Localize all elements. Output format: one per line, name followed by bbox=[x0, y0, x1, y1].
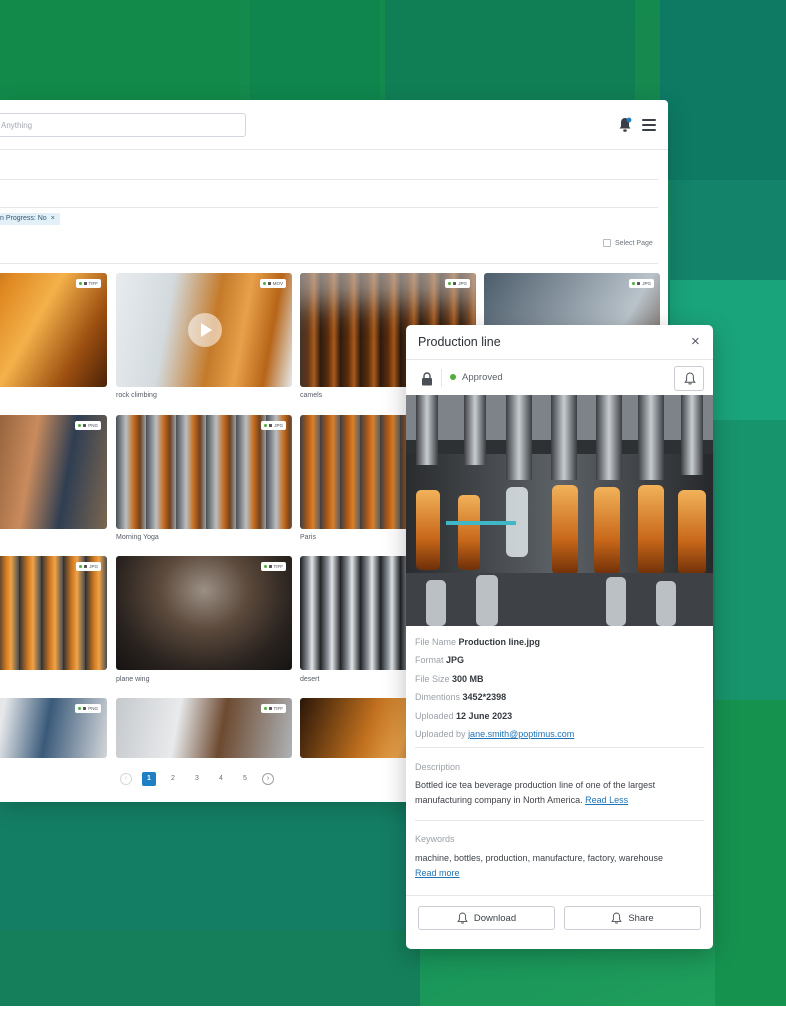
asset-label: plane wing bbox=[116, 676, 150, 683]
filter-chip-remove-icon[interactable]: × bbox=[51, 215, 55, 222]
top-bar bbox=[0, 100, 668, 150]
divider bbox=[406, 895, 713, 896]
format-badge: JPG bbox=[445, 279, 470, 288]
select-page-checkbox[interactable] bbox=[603, 239, 611, 247]
bell-icon bbox=[611, 912, 623, 924]
close-icon[interactable]: × bbox=[691, 334, 700, 349]
asset-label: rock climbing bbox=[116, 392, 157, 399]
format-badge: TIFF bbox=[260, 562, 286, 571]
download-label: Download bbox=[473, 912, 517, 924]
page-1[interactable]: 1 bbox=[142, 772, 156, 786]
bottom-strip bbox=[0, 1006, 786, 1024]
asset-detail-panel: Production line × Approved File Name Pro… bbox=[406, 325, 713, 949]
page-3[interactable]: 3 bbox=[190, 772, 204, 786]
play-icon[interactable] bbox=[188, 313, 222, 347]
format-badge: JPG bbox=[76, 562, 101, 571]
read-less-link[interactable]: Read Less bbox=[585, 795, 628, 805]
status-badge: Approved bbox=[462, 372, 503, 383]
asset-label: camels bbox=[300, 392, 323, 399]
asset-label: desert bbox=[300, 676, 320, 683]
divider bbox=[415, 747, 704, 748]
format-badge: MOV bbox=[259, 279, 286, 288]
asset-label: Morning Yoga bbox=[116, 534, 159, 541]
uploader-email-link[interactable]: jane.smith@poptimus.com bbox=[468, 729, 574, 739]
filter-chip-label: n Progress: No bbox=[0, 215, 47, 222]
background-block bbox=[715, 420, 786, 700]
keywords-title: Keywords bbox=[415, 834, 455, 844]
read-more-link[interactable]: Read more bbox=[415, 868, 460, 878]
page-4[interactable]: 4 bbox=[214, 772, 228, 786]
asset-thumbnail[interactable]: MOV bbox=[116, 273, 292, 387]
file-size-field: File Size 300 MB bbox=[415, 674, 484, 684]
background-block bbox=[250, 0, 380, 100]
divider bbox=[415, 820, 704, 821]
asset-thumbnail[interactable]: PNG bbox=[0, 698, 107, 758]
uploaded-by-field: Uploaded by jane.smith@poptimus.com bbox=[415, 729, 575, 739]
background-block bbox=[0, 0, 240, 110]
panel-header: Production line × bbox=[406, 325, 713, 360]
description-title: Description bbox=[415, 762, 461, 772]
asset-thumbnail[interactable]: TIFF bbox=[116, 556, 292, 670]
share-label: Share bbox=[628, 912, 654, 924]
description-text: Bottled ice tea beverage production line… bbox=[415, 780, 656, 805]
format-field: Format JPG bbox=[415, 655, 465, 665]
filter-chip[interactable]: n Progress: No × bbox=[0, 213, 60, 225]
bell-icon[interactable] bbox=[618, 117, 632, 133]
page-5[interactable]: 5 bbox=[238, 772, 252, 786]
divider bbox=[441, 369, 442, 387]
asset-thumbnail[interactable]: JPG bbox=[0, 556, 107, 670]
format-badge: TIFF bbox=[260, 704, 286, 713]
asset-label: Paris bbox=[300, 534, 316, 541]
select-page-label: Select Page bbox=[615, 239, 653, 247]
dimentions-field: Dimentions 3452*2398 bbox=[415, 692, 507, 702]
asset-preview-image bbox=[406, 395, 713, 626]
uploaded-field: Uploaded 12 June 2023 bbox=[415, 711, 513, 721]
file-name-field: File Name Production line.jpg bbox=[415, 637, 541, 647]
bell-icon bbox=[457, 912, 468, 924]
keywords-text: machine, bottles, production, manufactur… bbox=[415, 853, 663, 878]
divider bbox=[0, 207, 658, 208]
prev-page-icon[interactable]: ‹ bbox=[120, 773, 132, 785]
format-badge: PNG bbox=[75, 704, 101, 713]
asset-thumbnail[interactable]: PNG bbox=[0, 415, 107, 529]
status-dot bbox=[450, 374, 456, 380]
select-page-toggle[interactable]: Select Page bbox=[603, 239, 653, 247]
divider bbox=[0, 179, 658, 180]
background-block bbox=[385, 0, 635, 100]
background-block bbox=[715, 700, 786, 1024]
page-2[interactable]: 2 bbox=[166, 772, 180, 786]
background-block bbox=[670, 180, 786, 280]
hamburger-menu-icon[interactable] bbox=[642, 119, 656, 131]
pagination: ‹ 1 2 3 4 5 › bbox=[120, 772, 274, 786]
format-badge: TIFF bbox=[75, 279, 101, 288]
status-row: Approved bbox=[406, 360, 713, 396]
format-badge: JPG bbox=[261, 421, 286, 430]
background-block bbox=[660, 0, 786, 180]
search-input[interactable] bbox=[0, 113, 246, 137]
download-button[interactable]: Download bbox=[418, 906, 555, 930]
share-button[interactable]: Share bbox=[564, 906, 701, 930]
asset-thumbnail[interactable]: JPG bbox=[116, 415, 292, 529]
format-badge: JPG bbox=[629, 279, 654, 288]
asset-thumbnail[interactable]: TIFF bbox=[116, 698, 292, 758]
asset-thumbnail[interactable]: TIFF bbox=[0, 273, 107, 387]
production-line-image bbox=[406, 395, 713, 626]
divider bbox=[0, 263, 658, 264]
bell-icon bbox=[684, 372, 696, 385]
format-badge: PNG bbox=[75, 421, 101, 430]
lock-icon[interactable] bbox=[421, 372, 433, 386]
next-page-icon[interactable]: › bbox=[262, 773, 274, 785]
panel-title: Production line bbox=[418, 335, 501, 349]
notify-button[interactable] bbox=[674, 366, 704, 391]
